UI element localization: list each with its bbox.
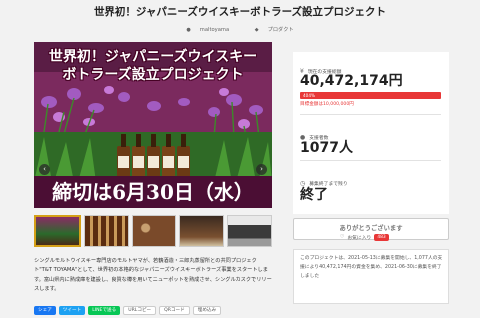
favorite-label[interactable]: お気に入り: [347, 234, 371, 241]
category-name[interactable]: プロダクト: [268, 26, 294, 33]
author-name[interactable]: maltoyama: [200, 27, 229, 33]
category[interactable]: ◆ プロダクト: [249, 26, 300, 33]
thumbnail-2[interactable]: [83, 215, 129, 247]
project-summary-box: このプロジェクトは、2021-05-13に募集を開始し、1,077人の支援により…: [293, 249, 449, 304]
progress-bar: 404%: [300, 92, 441, 99]
carousel-next-button[interactable]: ›: [256, 164, 267, 175]
hero-title-line1: 世界初！ジャパニーズウイスキー: [48, 49, 258, 65]
embed-button[interactable]: 埋め込み: [192, 306, 222, 315]
heart-icon: ♡: [340, 235, 345, 240]
carousel-prev-button[interactable]: ‹: [39, 164, 50, 175]
thumbnail-strip: [34, 215, 272, 247]
divider: [300, 160, 441, 161]
hero-overlay-title: 世界初！ジャパニーズウイスキー ボトラーズ設立プロジェクト: [34, 48, 272, 84]
project-meta: ● maltoyama ◆ プロダクト: [0, 26, 480, 33]
thumbnail-3[interactable]: [131, 215, 177, 247]
favorite-count: 483: [374, 234, 389, 241]
user-icon: ●: [186, 27, 191, 33]
divider: [300, 114, 441, 115]
project-summary: このプロジェクトは、2021-05-13に募集を開始し、1,077人の支援により…: [300, 256, 443, 279]
thumbnail-5[interactable]: [227, 215, 272, 247]
remaining-value: 終了: [300, 187, 328, 203]
qr-code-button[interactable]: QRコード: [159, 306, 190, 315]
hero-image: 世界初！ジャパニーズウイスキー ボトラーズ設立プロジェクト ‹ › 締切は6月3…: [34, 42, 272, 208]
twitter-share-button[interactable]: ツイート: [58, 306, 86, 315]
project-description: シングルモルトウイスキー専門店のモルトヤマが、若鶴酒造・三郎丸蒸留所との共同プロ…: [34, 258, 272, 292]
favorite[interactable]: ♡ お気に入り 483: [340, 234, 389, 241]
progress-percent: 404%: [303, 93, 315, 98]
author[interactable]: ● maltoyama: [180, 27, 235, 33]
current-amount: 40,472,174円: [300, 73, 403, 89]
share-bar: シェア ツイート LINEで送る URLコピー QRコード 埋め込み: [34, 306, 222, 315]
tag-icon: ◆: [254, 27, 259, 33]
page-title: 世界初！ジャパニーズウイスキーボトラーズ設立プロジェクト: [93, 6, 387, 18]
thumbnail-1[interactable]: [34, 215, 81, 247]
thumbnail-4[interactable]: [179, 215, 225, 247]
deadline-banner: 締切は6月30日（水）: [34, 176, 272, 208]
goal-amount: 目標金額は10,000,000円: [300, 102, 354, 107]
supporters-count: 1077人: [300, 140, 353, 156]
facebook-share-button[interactable]: シェア: [34, 306, 56, 315]
url-copy-button[interactable]: URLコピー: [123, 306, 157, 315]
line-share-button[interactable]: LINEで送る: [88, 306, 121, 315]
hero-title-line2: ボトラーズ設立プロジェクト: [62, 67, 244, 83]
